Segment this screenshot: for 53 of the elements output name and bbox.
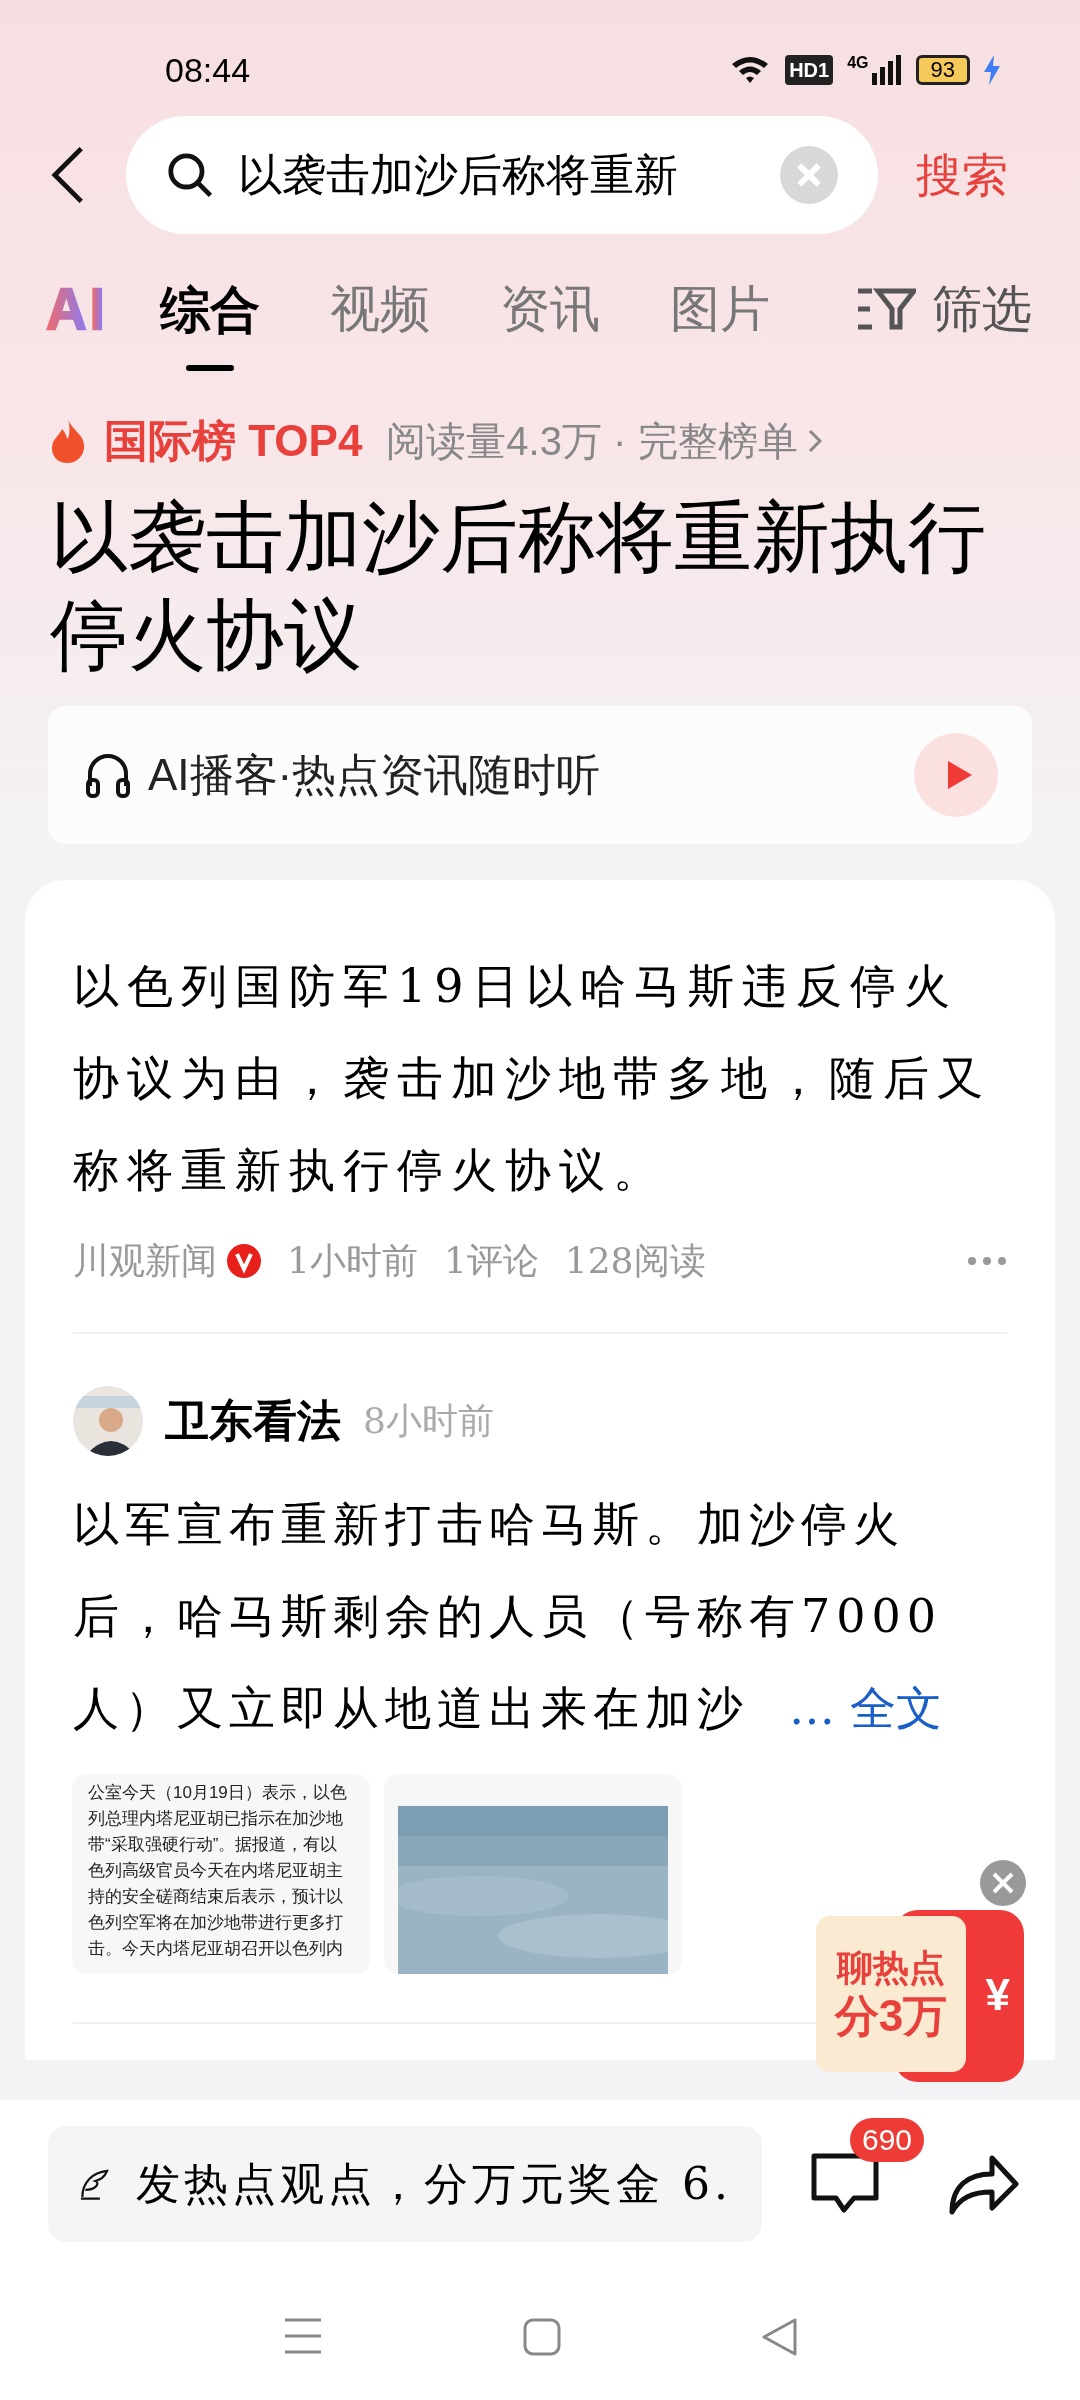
post-text[interactable]: 以军宣布重新打击哈马斯。加沙停火后，哈马斯剩余的人员（号称有7000人）又立即从地道出来在加沙 … 全文 [73, 1478, 1007, 1754]
input-placeholder: 发热点观点，分万元奖金 6. [136, 2157, 732, 2211]
play-button[interactable] [914, 733, 998, 817]
comment-button[interactable] [810, 2152, 880, 2216]
close-icon[interactable] [980, 1860, 1026, 1906]
tab[interactable]: 资讯 [500, 247, 600, 371]
comment-count: 1评论 [443, 1239, 539, 1283]
document-line: 公室今天（10月19日）表示，以色 [88, 1782, 348, 1804]
tab[interactable]: 视频 [330, 247, 430, 371]
post-time: 8小时前 [363, 1399, 494, 1443]
back-nav-button[interactable] [761, 2318, 797, 2356]
read-count: 128阅读 [564, 1239, 706, 1283]
charging-icon [984, 55, 1000, 85]
flame-icon [50, 419, 86, 463]
chevron-icon [807, 429, 822, 453]
home-nav-button[interactable] [523, 2318, 561, 2356]
network-type: 4G [847, 55, 869, 71]
document-line: 带“采取强硬行动”。据报道，有以 [88, 1834, 339, 1856]
podcast-card[interactable]: AI播客·热点资讯随时听 [48, 706, 1032, 844]
promo-text: 聊热点 [837, 1946, 945, 1990]
filter-icon [856, 287, 916, 331]
document-line: 列总理内塔尼亚胡已指示在加沙地 [88, 1808, 344, 1830]
document-line: 色列空军将在加沙地带进行更多打 [88, 1912, 344, 1934]
comment-input[interactable]: 发热点观点，分万元奖金 6. [48, 2126, 762, 2242]
battery-level: 93 [915, 55, 970, 85]
author-name[interactable]: 卫东看法 [165, 1388, 341, 1454]
podcast-label: AI播客·热点资讯随时听 [148, 749, 601, 801]
tab[interactable]: 图片 [670, 247, 770, 371]
article-summary[interactable]: 以色列国防军19日以哈马斯违反停火协议为由，袭击加沙地带多地，随后又称将重新执行停火协议。 [73, 940, 1007, 1216]
search-text: 以袭击加沙后称将重新 [238, 148, 679, 202]
filter-button[interactable]: 筛选 [856, 271, 1032, 347]
signal-icon [871, 55, 902, 85]
comment-badge: 690 [850, 2118, 925, 2162]
search-button[interactable]: 搜索 [916, 140, 1008, 210]
document-line: 色列高级官员今天在内塔尼亚胡主 [88, 1860, 344, 1882]
post-time: 1小时前 [287, 1239, 418, 1283]
document-thumbnail[interactable]: 公室今天（10月19日）表示，以色 列总理内塔尼亚胡已指示在加沙地 带“采取强硬行动”。据报道，有以 色列高级官员今天在内塔尼亚胡主 持的安全磋商结束后表示，预计以 色列空军将在加沙地带进行更多打 击。今天内塔尼亚胡召开以色列内 [72, 1774, 370, 1974]
search-field[interactable]: 以袭击加沙后称将重新 [126, 116, 878, 234]
full-text-link[interactable]: … 全文 [789, 1681, 942, 1735]
document-line: 持的安全磋商结束后表示，预计以 [88, 1886, 344, 1908]
status-time: 08:44 [165, 49, 251, 91]
promo-text: 分3万 [834, 1990, 948, 2042]
headline: 以袭击加沙后称将重新执行停火协议 [49, 492, 987, 681]
network-badge: HD1 [785, 55, 834, 85]
search-icon [166, 151, 214, 199]
ranking-label[interactable]: 国际榜 TOP4 [104, 408, 363, 474]
menu-nav-button[interactable] [283, 2318, 323, 2354]
tab[interactable]: 综合 [160, 247, 260, 371]
headphones-icon [86, 752, 130, 798]
more-icon[interactable] [967, 1256, 1007, 1266]
yuan-symbol: ¥ [985, 1969, 1010, 2021]
document-line: 击。今天内塔尼亚胡召开以色列内 [88, 1938, 344, 1960]
ai-icon[interactable] [46, 287, 104, 331]
